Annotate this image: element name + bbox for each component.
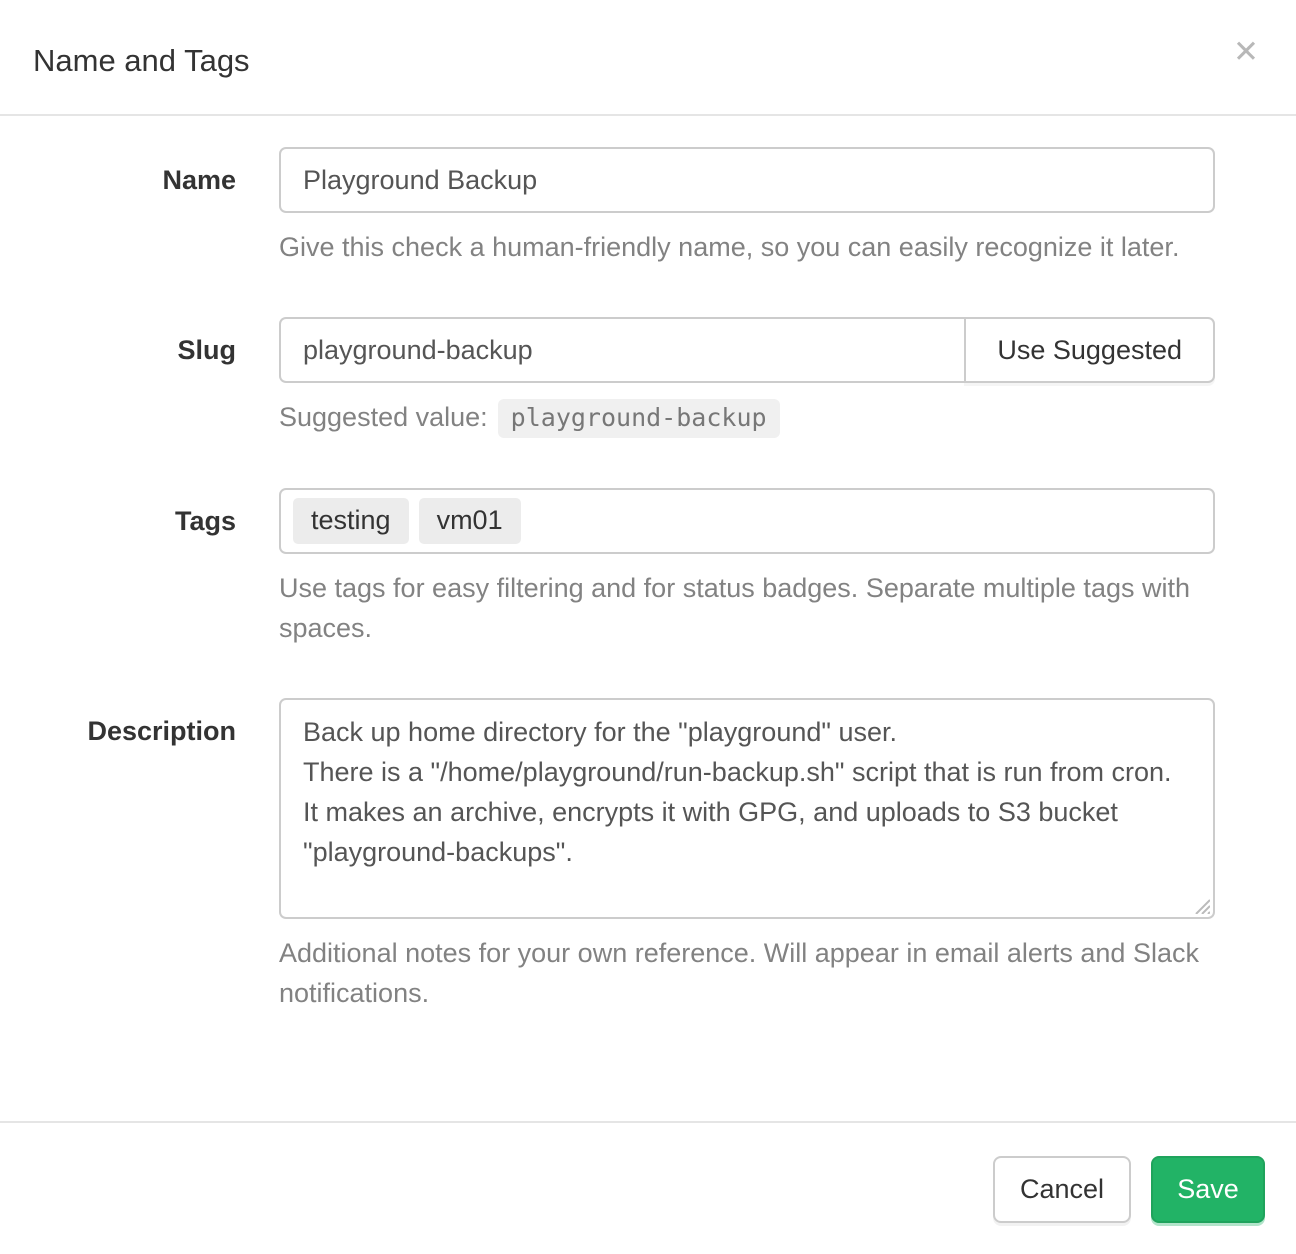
dialog-header: Name and Tags ✕ (0, 0, 1296, 116)
description-textarea[interactable]: Back up home directory for the "playgrou… (279, 698, 1215, 919)
tag-chip: testing (293, 498, 409, 544)
suggested-value-label: Suggested value: (279, 402, 488, 432)
slug-input-group: Use Suggested (279, 317, 1215, 383)
slug-field-group: Slug Use Suggested Suggested value: playg… (33, 317, 1215, 438)
cancel-button[interactable]: Cancel (993, 1156, 1131, 1223)
slug-label: Slug (178, 335, 237, 365)
dialog-body: Name Give this check a human-friendly na… (0, 116, 1296, 1121)
description-label: Description (87, 716, 236, 746)
name-field-group: Name Give this check a human-friendly na… (33, 147, 1215, 267)
close-button[interactable]: ✕ (1224, 30, 1268, 74)
suggested-value-line: Suggested value: playground-backup (279, 399, 1215, 438)
dialog-footer: Cancel Save (0, 1121, 1296, 1254)
description-help-text: Additional notes for your own reference.… (279, 933, 1215, 1013)
suggested-value-code: playground-backup (498, 399, 780, 438)
name-input[interactable] (279, 147, 1215, 213)
tags-field-group: Tags testingvm01 Use tags for easy filte… (33, 488, 1215, 648)
name-label: Name (162, 165, 236, 195)
save-button[interactable]: Save (1151, 1156, 1265, 1223)
close-icon: ✕ (1233, 34, 1259, 70)
description-field-group: Description Back up home directory for t… (33, 698, 1215, 1013)
use-suggested-button[interactable]: Use Suggested (964, 317, 1215, 383)
name-help-text: Give this check a human-friendly name, s… (279, 227, 1215, 267)
dialog-title: Name and Tags (33, 44, 1263, 78)
name-and-tags-dialog: Name and Tags ✕ Name Give this check a h… (0, 0, 1296, 1254)
tags-input[interactable]: testingvm01 (279, 488, 1215, 554)
tags-label: Tags (175, 506, 236, 536)
tag-chip: vm01 (419, 498, 521, 544)
slug-input[interactable] (279, 317, 964, 383)
tags-help-text: Use tags for easy filtering and for stat… (279, 568, 1215, 648)
